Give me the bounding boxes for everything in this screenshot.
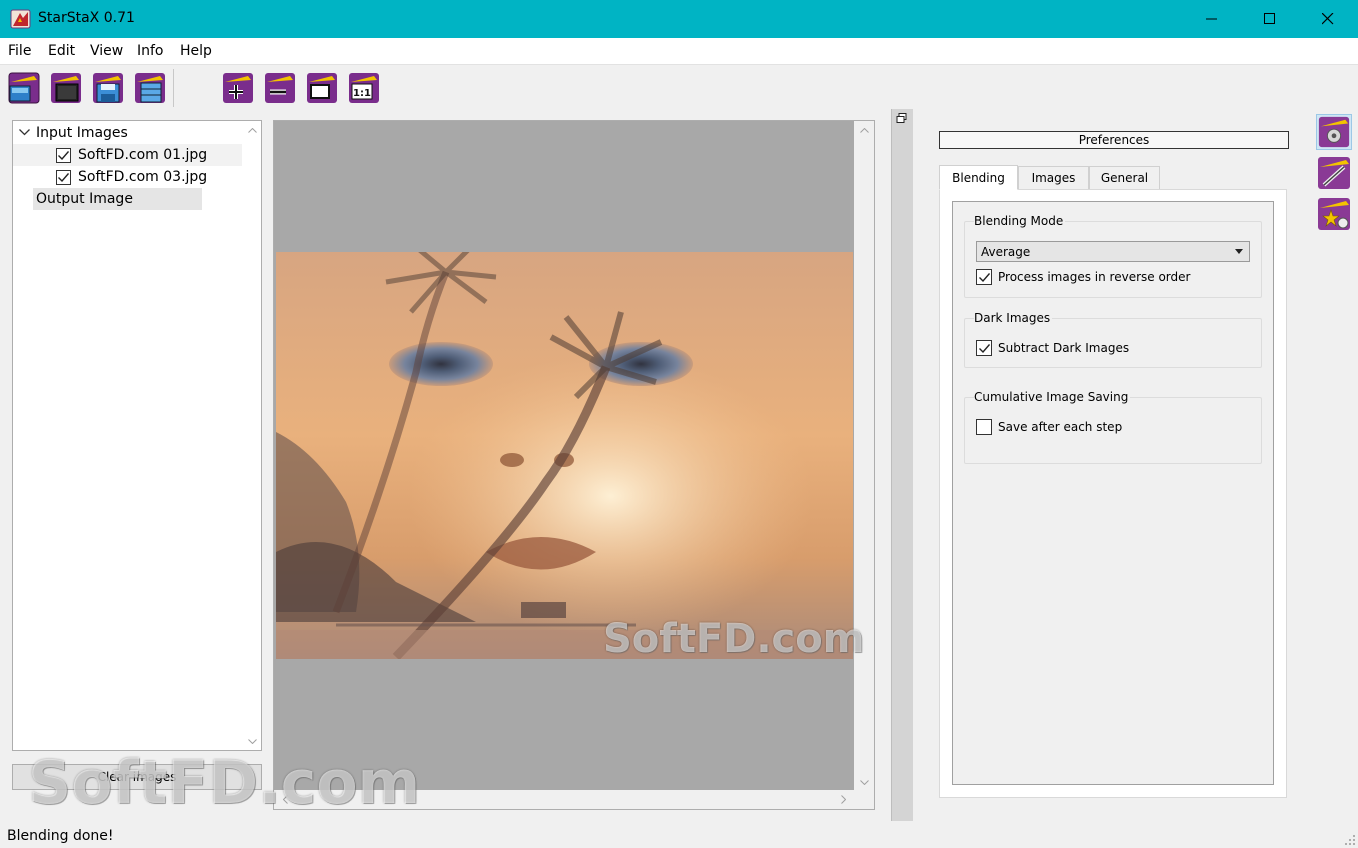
menu-edit[interactable]: Edit bbox=[48, 43, 75, 59]
chevron-up-icon bbox=[247, 127, 257, 133]
toolbar-separator bbox=[173, 69, 174, 107]
tab-images[interactable]: Images bbox=[1018, 166, 1089, 190]
viewer-horizontal-scrollbar[interactable] bbox=[274, 790, 874, 809]
tree-scrollbar[interactable] bbox=[243, 121, 261, 750]
tab-blending[interactable]: Blending bbox=[939, 165, 1018, 190]
open-dark-images-icon[interactable] bbox=[48, 70, 84, 106]
chevron-left-icon bbox=[282, 794, 288, 804]
scroll-left-arrow[interactable] bbox=[276, 790, 294, 808]
export-icon[interactable] bbox=[132, 70, 168, 106]
cumulative-saving-title: Cumulative Image Saving bbox=[974, 390, 1131, 404]
blend-start-icon[interactable] bbox=[1316, 114, 1352, 150]
tree-output-image[interactable]: Output Image bbox=[33, 188, 202, 210]
save-each-step-row[interactable]: Save after each step bbox=[976, 418, 1122, 436]
star-trail-icon[interactable] bbox=[1316, 196, 1352, 232]
dropdown-arrow-icon bbox=[1235, 249, 1243, 254]
minimize-button[interactable] bbox=[1183, 0, 1241, 38]
chevron-up-icon bbox=[859, 127, 869, 133]
tree-item-checkbox[interactable] bbox=[56, 169, 71, 185]
image-viewer[interactable] bbox=[273, 120, 875, 810]
title-bar: StarStaX 0.71 bbox=[0, 0, 1358, 38]
subtract-dark-row[interactable]: Subtract Dark Images bbox=[976, 339, 1129, 357]
tree-item[interactable]: SoftFD.com 03.jpg bbox=[13, 166, 242, 188]
fit-to-window-icon[interactable] bbox=[304, 70, 340, 106]
tree-root-input-images[interactable]: Input Images bbox=[13, 122, 242, 144]
scroll-right-arrow[interactable] bbox=[834, 790, 852, 808]
menu-info[interactable]: Info bbox=[137, 43, 164, 59]
zoom-out-icon[interactable] bbox=[262, 70, 298, 106]
tree-item-label: SoftFD.com 03.jpg bbox=[78, 169, 208, 185]
checkmark-icon bbox=[978, 343, 990, 353]
subtract-dark-label: Subtract Dark Images bbox=[998, 341, 1130, 355]
minimize-icon bbox=[1206, 18, 1217, 20]
blending-mode-value: Average bbox=[981, 244, 1031, 259]
reverse-order-row[interactable]: Process images in reverse order bbox=[976, 268, 1190, 286]
settings-wand-icon[interactable] bbox=[1316, 155, 1352, 191]
chevron-down-icon[interactable] bbox=[19, 129, 30, 136]
menu-view[interactable]: View bbox=[90, 43, 123, 59]
reverse-order-checkbox[interactable] bbox=[976, 269, 992, 285]
checkmark-icon bbox=[58, 150, 69, 160]
close-button[interactable] bbox=[1299, 0, 1357, 38]
blending-mode-select[interactable]: Average bbox=[976, 241, 1250, 262]
scroll-down-arrow[interactable] bbox=[855, 773, 873, 791]
window-title: StarStaX 0.71 bbox=[38, 10, 135, 26]
save-image-icon[interactable] bbox=[90, 70, 126, 106]
blended-output-image bbox=[276, 252, 853, 659]
zoom-in-icon[interactable] bbox=[220, 70, 256, 106]
chevron-right-icon bbox=[840, 794, 846, 804]
preferences-title: Preferences bbox=[939, 131, 1289, 149]
menu-help[interactable]: Help bbox=[180, 43, 212, 59]
subtract-dark-checkbox[interactable] bbox=[976, 340, 992, 356]
tree-output-label: Output Image bbox=[36, 191, 133, 207]
reverse-order-label: Process images in reverse order bbox=[998, 270, 1191, 284]
checkmark-icon bbox=[58, 172, 69, 182]
close-icon bbox=[1322, 13, 1334, 25]
menu-bar: File Edit View Info Help bbox=[0, 38, 1358, 64]
open-images-icon[interactable] bbox=[6, 70, 42, 106]
svg-text:1:1: 1:1 bbox=[353, 88, 371, 99]
chevron-down-icon bbox=[859, 779, 869, 785]
actual-size-icon[interactable]: 1:1 bbox=[346, 70, 382, 106]
save-each-step-checkbox[interactable] bbox=[976, 419, 992, 435]
dock-float-icon[interactable] bbox=[895, 112, 909, 126]
status-text: Blending done! bbox=[7, 828, 114, 844]
chevron-down-icon bbox=[247, 738, 257, 744]
viewer-vertical-scrollbar[interactable] bbox=[854, 121, 874, 791]
blending-mode-title: Blending Mode bbox=[974, 214, 1066, 228]
tab-general[interactable]: General bbox=[1089, 166, 1160, 190]
image-tree[interactable]: Input Images SoftFD.com 01.jpg SoftFD.co… bbox=[12, 120, 262, 751]
tree-item-checkbox[interactable] bbox=[56, 147, 71, 163]
tree-item-label: SoftFD.com 01.jpg bbox=[78, 147, 208, 163]
menu-file[interactable]: File bbox=[8, 43, 31, 59]
scroll-up-arrow[interactable] bbox=[855, 121, 873, 139]
checkmark-icon bbox=[978, 272, 990, 282]
app-icon bbox=[10, 9, 31, 29]
blended-photo bbox=[276, 252, 853, 659]
save-each-step-label: Save after each step bbox=[998, 420, 1123, 434]
toolbar: 1:1 bbox=[0, 64, 1358, 109]
maximize-button[interactable] bbox=[1241, 0, 1299, 38]
dark-images-title: Dark Images bbox=[974, 311, 1053, 325]
scroll-down-arrow[interactable] bbox=[243, 732, 261, 750]
maximize-icon bbox=[1264, 13, 1275, 24]
resize-grip-icon[interactable] bbox=[1344, 834, 1356, 846]
scroll-up-arrow[interactable] bbox=[243, 121, 261, 139]
clear-images-button[interactable]: Clear images bbox=[12, 764, 262, 790]
tree-item[interactable]: SoftFD.com 01.jpg bbox=[13, 144, 242, 166]
tree-root-label: Input Images bbox=[36, 125, 128, 141]
dock-splitter[interactable] bbox=[891, 109, 913, 821]
